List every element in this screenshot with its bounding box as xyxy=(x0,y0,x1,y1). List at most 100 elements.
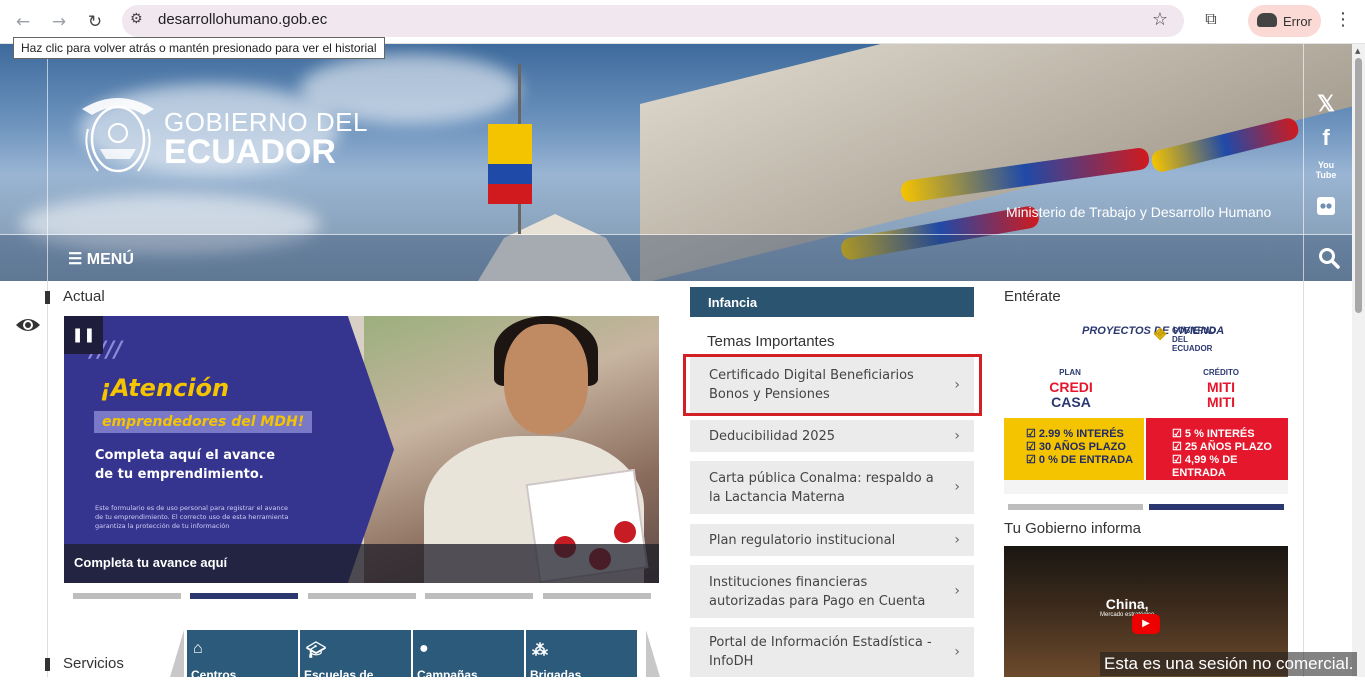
service-card-centros[interactable]: ⌂ Centros xyxy=(187,630,298,682)
link-carta-conalma[interactable]: Carta pública Conalma: respaldo a la Lac… xyxy=(690,461,974,514)
section-marker xyxy=(45,658,50,671)
building-icon: ⌂ xyxy=(193,640,203,657)
menu-button[interactable]: ☰ MENÚ xyxy=(68,249,134,269)
avatar xyxy=(1257,13,1277,27)
enterate-title: Entérate xyxy=(1004,288,1061,305)
link-portal-estadistica[interactable]: Portal de Información Estadística - Info… xyxy=(690,627,974,677)
tab-infancia[interactable]: Infancia xyxy=(690,287,974,317)
service-label: Escuelas de xyxy=(304,668,374,682)
youtube-icon[interactable]: You Tube xyxy=(1315,160,1337,182)
search-icon xyxy=(1318,248,1340,269)
hamburger-icon: ☰ xyxy=(68,251,83,268)
service-label: Campañas xyxy=(417,668,478,682)
url-text[interactable]: desarrollohumano.gob.ec xyxy=(158,11,327,28)
slide-headline: ¡Atención xyxy=(100,374,230,402)
service-label: Brigadas xyxy=(530,668,582,682)
people-icon: ⁂ xyxy=(532,642,548,659)
slide-caption[interactable]: Completa tu avance aquí xyxy=(64,544,659,583)
accessibility-eye-icon[interactable] xyxy=(15,316,41,334)
bookmark-star-icon[interactable]: ☆ xyxy=(1152,9,1168,30)
tu-gobierno-title: Tu Gobierno informa xyxy=(1004,520,1142,537)
ad-slider-dot-active[interactable] xyxy=(1149,504,1284,510)
ad-yellow-line: ☑ 30 AÑOS PLAZO xyxy=(1026,441,1126,453)
menu-label: MENÚ xyxy=(86,251,134,268)
lightbulb-icon: ● xyxy=(419,640,429,657)
site-info-icon[interactable]: ⚙ xyxy=(130,11,143,27)
plan-main1: CREDI xyxy=(1049,379,1093,395)
ad-red-panel: ☑ 5 % INTERÉS ☑ 25 AÑOS PLAZO ☑ 4,99 % D… xyxy=(1146,418,1288,480)
service-card-brigadas[interactable]: ⁂ Brigadas xyxy=(526,630,637,682)
hero-header: GOBIERNO DEL ECUADOR Ministerio de Traba… xyxy=(0,44,1352,281)
credito-top: CRÉDITO xyxy=(1203,368,1239,377)
chevron-right-icon: › xyxy=(954,531,960,548)
ad-red-line: ☑ 4,99 % DE ENTRADA xyxy=(1172,454,1238,479)
reload-icon[interactable]: ↻ xyxy=(82,9,108,35)
credito-main1: MITI xyxy=(1207,379,1235,395)
ad-red-line: ☑ 5 % INTERÉS xyxy=(1172,428,1255,440)
slide-photo xyxy=(364,316,659,583)
link-label: Carta pública Conalma: respaldo a la Lac… xyxy=(709,470,934,505)
graduation-cap-icon: 🎓︎ xyxy=(306,642,327,659)
video-title: China, xyxy=(1105,596,1149,612)
servicios-title: Servicios xyxy=(63,655,124,672)
service-card-campanas[interactable]: ● Campañas xyxy=(413,630,524,682)
ad-header-right: GOBIERNO DEL ECUADOR xyxy=(1172,326,1216,353)
slider-dot-active[interactable] xyxy=(190,593,298,599)
pause-button[interactable]: ❚❚ xyxy=(64,316,103,354)
facebook-icon[interactable]: f xyxy=(1315,125,1337,150)
ad-slider-dot[interactable] xyxy=(1008,504,1143,510)
ecuador-flag-image xyxy=(488,124,532,204)
flickr-icon[interactable] xyxy=(1315,197,1337,219)
forward-icon[interactable]: → xyxy=(46,9,72,35)
service-label: Centros xyxy=(191,668,237,682)
link-instituciones-financieras[interactable]: Instituciones financieras autorizadas pa… xyxy=(690,565,974,618)
services-carousel: ⌂ Centros 🎓︎ Escuelas de ● Campañas ⁂ Br… xyxy=(170,630,660,682)
back-icon[interactable]: ← xyxy=(10,9,36,35)
slider-dot[interactable] xyxy=(543,593,651,599)
news-slider[interactable]: //// ¡Atención emprendedores del MDH! Co… xyxy=(64,316,659,583)
x-icon[interactable]: 𝕏 xyxy=(1315,91,1337,116)
session-notice: Esta es una sesión no comercial. xyxy=(1100,652,1358,676)
temas-title: Temas Importantes xyxy=(707,333,835,350)
link-label: Plan regulatorio institucional xyxy=(709,532,896,548)
link-plan-regulatorio[interactable]: Plan regulatorio institucional › xyxy=(690,524,974,556)
slide-fineprint: Este formulario es de uso personal para … xyxy=(95,504,289,530)
slide-banner: //// ¡Atención emprendedores del MDH! Co… xyxy=(64,316,394,583)
scroll-up-icon[interactable]: ▲ xyxy=(1355,47,1360,55)
slider-dot[interactable] xyxy=(73,593,181,599)
ad-yellow-line: ☑ 0 % DE ENTRADA xyxy=(1026,454,1134,466)
profile-button[interactable]: Error xyxy=(1248,5,1321,37)
actual-title: Actual xyxy=(63,288,105,305)
link-label: Portal de Información Estadística - Info… xyxy=(709,635,932,669)
scrollbar-thumb[interactable] xyxy=(1355,58,1362,313)
address-bar[interactable]: ⚙ desarrollohumano.gob.ec ☆ xyxy=(122,5,1184,37)
section-marker xyxy=(45,291,50,304)
slide-subheadline: emprendedores del MDH! xyxy=(94,411,313,433)
link-label: Instituciones financieras autorizadas pa… xyxy=(709,574,926,609)
chevron-right-icon: › xyxy=(954,427,960,444)
highlight-box xyxy=(683,354,982,416)
service-card-escuelas[interactable]: 🎓︎ Escuelas de xyxy=(300,630,411,682)
extensions-icon[interactable]: ⧉ xyxy=(1199,9,1223,33)
back-tooltip: Haz clic para volver atrás o mantén pres… xyxy=(13,37,385,59)
slider-dot[interactable] xyxy=(308,593,416,599)
plan-main2: CASA xyxy=(1051,394,1091,410)
slide-body: Completa aquí el avance de tu emprendimi… xyxy=(95,448,276,482)
slider-dot[interactable] xyxy=(425,593,533,599)
search-button[interactable] xyxy=(1305,235,1352,281)
plan-top: PLAN xyxy=(1059,368,1081,377)
page-scrollbar[interactable]: ▲ xyxy=(1352,44,1365,677)
chevron-right-icon: › xyxy=(954,643,960,660)
logo-line2: ECUADOR xyxy=(164,133,336,171)
gobierno-logo[interactable]: GOBIERNO DEL ECUADOR xyxy=(78,89,368,184)
ad-yellow-line: ☑ 2.99 % INTERÉS xyxy=(1026,428,1124,440)
ad-red-line: ☑ 25 AÑOS PLAZO xyxy=(1172,441,1272,453)
pause-icon: ❚❚ xyxy=(71,327,96,343)
youtube-play-icon[interactable]: ▶ xyxy=(1132,614,1160,634)
link-deducibilidad[interactable]: Deducibilidad 2025 › xyxy=(690,420,974,452)
vivienda-ad-banner[interactable]: PROYECTOS DE VIVIENDA ◈ GOBIERNO DEL ECU… xyxy=(1004,318,1288,494)
profile-label: Error xyxy=(1283,14,1312,29)
chevron-right-icon: › xyxy=(954,479,960,495)
chevron-right-icon: › xyxy=(954,583,960,599)
menu-kebab-icon[interactable]: ⋮ xyxy=(1334,9,1352,30)
